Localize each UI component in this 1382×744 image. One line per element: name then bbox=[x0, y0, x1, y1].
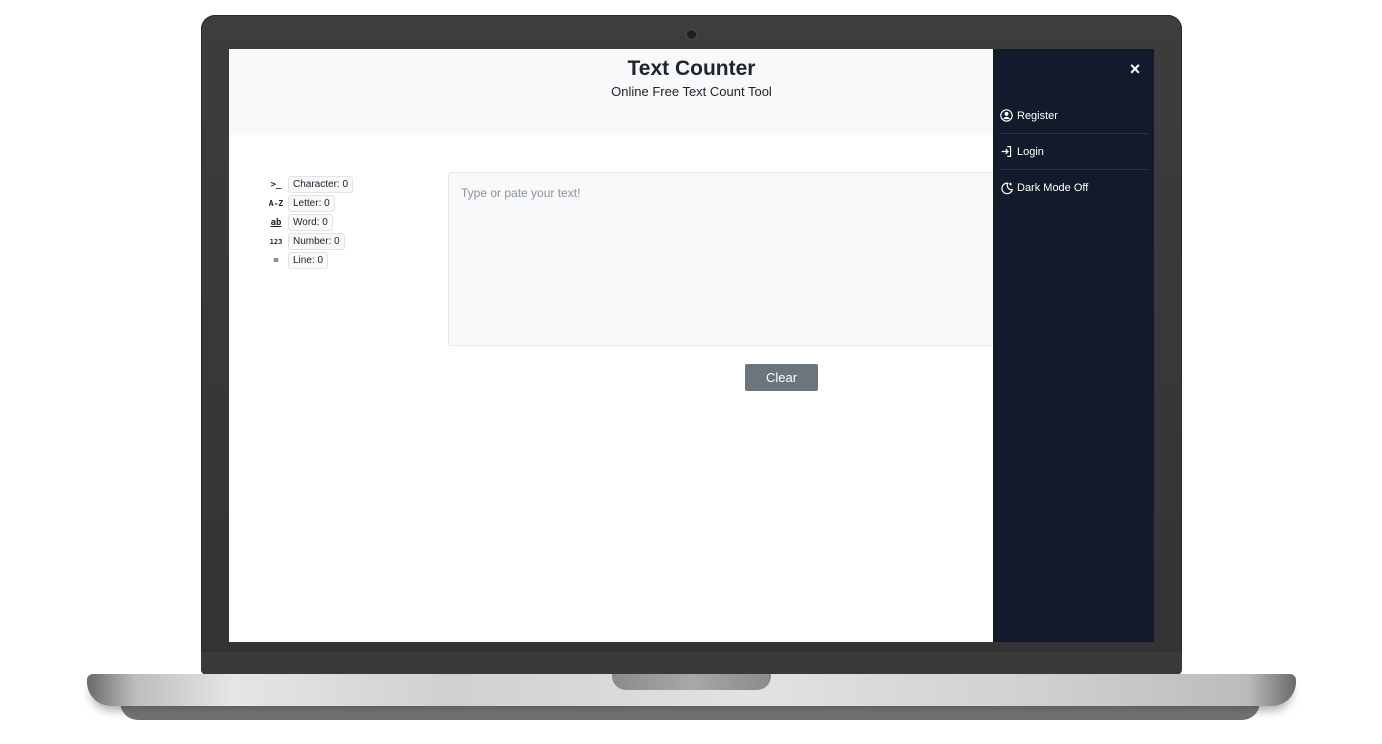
close-icon[interactable]: × bbox=[1128, 59, 1142, 79]
laptop-notch bbox=[612, 674, 771, 690]
sidebar-item-label: Register bbox=[1017, 109, 1058, 122]
moon-icon bbox=[1000, 181, 1014, 195]
numbers-icon: 123 bbox=[269, 237, 283, 246]
sidebar-item-label: Dark Mode Off bbox=[1017, 181, 1089, 194]
stat-line: = Line: 0 bbox=[268, 251, 353, 270]
stat-character: >_ Character: 0 bbox=[268, 175, 354, 194]
lines-icon: = bbox=[273, 255, 279, 266]
stat-word: ab Word: 0 bbox=[268, 213, 353, 232]
stat-line-badge: Line: 0 bbox=[288, 252, 329, 269]
sidebar-item-label: Login bbox=[1017, 145, 1044, 158]
text-input[interactable] bbox=[448, 172, 1008, 346]
sidebar-menu: Register Login Dark Mode Off bbox=[1000, 98, 1148, 205]
login-icon bbox=[1000, 145, 1014, 159]
sidebar-item-login[interactable]: Login bbox=[1000, 134, 1148, 170]
sidebar-item-dark-mode[interactable]: Dark Mode Off bbox=[1000, 170, 1148, 205]
stat-letter-badge: Letter: 0 bbox=[288, 195, 335, 212]
screen: Text Counter Online Free Text Count Tool… bbox=[229, 49, 1154, 642]
webcam bbox=[687, 30, 696, 39]
ab-icon: ab bbox=[270, 217, 282, 228]
user-circle-icon bbox=[1000, 109, 1014, 123]
clear-button[interactable]: Clear bbox=[745, 364, 818, 391]
a-z-icon: A-Z bbox=[268, 199, 284, 208]
sidebar-item-register[interactable]: Register bbox=[1000, 98, 1148, 134]
stats-panel: >_ Character: 0 A-Z Letter: 0 ab Word: 0… bbox=[268, 175, 354, 270]
terminal-icon: >_ bbox=[270, 179, 282, 190]
stat-letter: A-Z Letter: 0 bbox=[268, 194, 353, 213]
sidebar: × Register Login Dark Mode Off bbox=[993, 49, 1154, 642]
stat-word-badge: Word: 0 bbox=[288, 214, 333, 231]
stat-number: 123 Number: 0 bbox=[268, 232, 353, 251]
laptop-bezel-bottom bbox=[201, 652, 1182, 674]
stat-character-badge: Character: 0 bbox=[288, 176, 354, 193]
stat-number-badge: Number: 0 bbox=[288, 233, 345, 250]
